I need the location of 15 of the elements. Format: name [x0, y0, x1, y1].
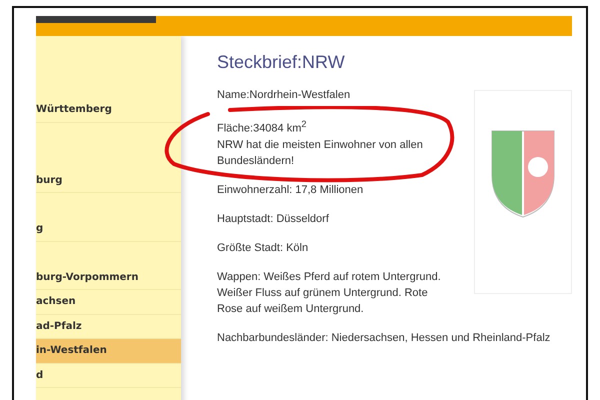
fact-paragraph: Einwohnerzahl: 17,8 Millionen: [217, 182, 364, 198]
page-title: Steckbrief:NRW: [217, 52, 346, 73]
fact-paragraph: Nachbarbundesländer: Niedersachsen, Hessen und Rheinland-Pfalz: [217, 330, 550, 346]
sidebar-item[interactable]: g: [36, 217, 181, 242]
sidebar-item[interactable]: in-Westfalen: [36, 339, 181, 364]
fact-paragraph: Name:Nordrhein-Westfalen: [217, 88, 350, 103]
sidebar-item[interactable]: achsen: [36, 290, 181, 314]
sidebar-item[interactable]: burg-Vorpommern: [36, 266, 181, 290]
fact-paragraph: Hauptstadt: Düsseldorf: [217, 212, 329, 227]
fact-paragraph: Größte Stadt: Köln: [217, 240, 308, 256]
fact-paragraph: Wappen: Weißes Pferd auf rotem Untergrund. Weißer Fluss auf grünem Untergrund. Rote Rose auf weißem Untergrund.: [217, 270, 441, 317]
fact-paragraph: Fläche:34084 km$^{2}$ NRW hat die meisten Einwohner von allen Bundesländern!: [217, 118, 423, 169]
sidebar-item[interactable]: burg: [36, 168, 181, 193]
sidebar-item[interactable]: Württemberg: [36, 98, 181, 122]
sidebar-item[interactable]: d: [36, 364, 181, 388]
